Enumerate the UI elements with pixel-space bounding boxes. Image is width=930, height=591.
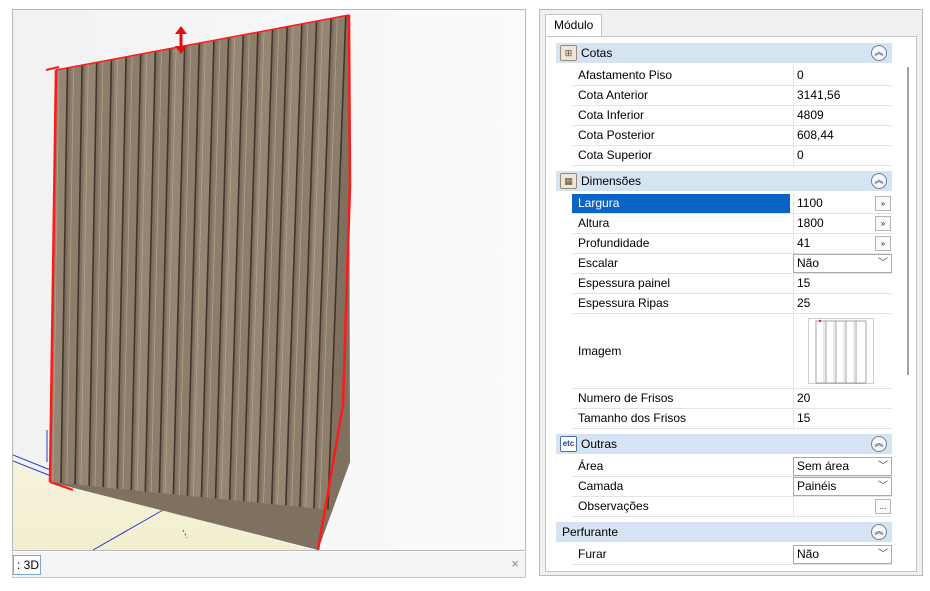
prop-label: Espessura Ripas (578, 296, 669, 310)
properties-grid: ⊞ Cotas ︽ Afastamento Piso 0 Cota Anteri… (545, 36, 917, 572)
prop-row[interactable]: Cota Posterior 608,44 (572, 126, 892, 146)
prop-row-profundidade[interactable]: Profundidade 41 » (572, 234, 892, 254)
section-cotas[interactable]: ⊞ Cotas ︽ (556, 43, 892, 63)
prop-label: Área (578, 459, 604, 473)
section-outras-title: Outras (581, 437, 618, 451)
prop-row-observacoes[interactable]: Observações ... (572, 497, 892, 517)
prop-label: Imagem (578, 344, 622, 358)
prop-value[interactable]: 4809 (793, 106, 892, 125)
prop-label: Cota Inferior (578, 108, 645, 122)
prop-row-area[interactable]: Área Sem área ﹀ (572, 457, 892, 477)
section-perfurante-title: Perfurante (562, 525, 619, 539)
prop-label: Tamanho dos Frisos (578, 411, 687, 425)
vertical-scrollbar[interactable] (905, 67, 911, 375)
prop-label: Camada (578, 479, 624, 493)
collapse-outras-icon[interactable]: ︽ (871, 436, 887, 452)
collapse-perfurante-icon[interactable]: ︽ (871, 524, 887, 540)
prop-label: Observações (578, 499, 649, 513)
ruler-icon: ⊞ (560, 45, 577, 61)
area-dropdown[interactable]: Sem área ﹀ (793, 457, 892, 476)
prop-row-largura[interactable]: Largura 1100 » (572, 194, 892, 214)
chevron-down-icon: ﹀ (878, 461, 888, 472)
dropdown-value: Sem área (797, 459, 850, 473)
section-dimensoes-title: Dimensões (581, 174, 642, 188)
chevron-down-icon: ﹀ (878, 481, 888, 492)
section-perfurante[interactable]: Perfurante ︽ (556, 522, 892, 542)
expand-button[interactable]: » (875, 236, 891, 251)
prop-label: Escalar (578, 256, 619, 270)
etc-icon: etc (560, 436, 577, 452)
tab-modulo[interactable]: Módulo (545, 14, 603, 37)
camada-dropdown[interactable]: Painéis ﹀ (793, 477, 892, 496)
prop-label: Cota Posterior (578, 128, 655, 142)
expand-button[interactable]: » (875, 216, 891, 231)
prop-label: Altura (578, 216, 610, 230)
dimensions-icon: ▦ (560, 173, 577, 189)
prop-label: Numero de Frisos (578, 391, 674, 405)
prop-value[interactable]: 15 (793, 274, 892, 293)
prop-label: Largura (572, 194, 790, 213)
properties-panel: Módulo ⊞ Cotas ︽ Afastamento Piso 0 Cota… (539, 9, 923, 576)
dropdown-value: Não (797, 547, 820, 561)
prop-row-camada[interactable]: Camada Painéis ﹀ (572, 477, 892, 497)
expand-button[interactable]: » (875, 196, 891, 211)
furar-dropdown[interactable]: Não ﹀ (793, 545, 892, 564)
prop-label: Cota Superior (578, 148, 653, 162)
prop-row[interactable]: Cota Anterior 3141,56 (572, 86, 892, 106)
prop-value[interactable]: 25 (793, 294, 892, 313)
collapse-cotas-icon[interactable]: ︽ (871, 45, 887, 61)
prop-row[interactable]: Afastamento Piso 0 (572, 66, 892, 86)
prop-value[interactable]: 608,44 (793, 126, 892, 145)
close-view-icon[interactable]: × (511, 556, 519, 572)
tab-3d-view[interactable]: : 3D (13, 555, 41, 575)
prop-row[interactable]: Cota Superior 0 (572, 146, 892, 166)
prop-row[interactable]: Tamanho dos Frisos 15 (572, 409, 892, 429)
prop-value[interactable]: 20 (793, 389, 892, 408)
ellipsis-button[interactable]: ... (875, 499, 891, 514)
scrollbar-thumb[interactable] (907, 67, 909, 375)
prop-row-furar[interactable]: Furar Não ﹀ (572, 545, 892, 565)
prop-row[interactable]: Numero de Frisos 20 (572, 389, 892, 409)
prop-image-cell (793, 314, 892, 388)
section-dimensoes[interactable]: ▦ Dimensões ︽ (556, 171, 892, 191)
panel-tab-strip: Módulo (540, 10, 922, 37)
collapse-dimensoes-icon[interactable]: ︽ (871, 173, 887, 189)
prop-row-escalar[interactable]: Escalar Não ﹀ (572, 254, 892, 274)
prop-row[interactable]: Cota Inferior 4809 (572, 106, 892, 126)
prop-label: Afastamento Piso (578, 68, 673, 82)
section-outras[interactable]: etc Outras ︽ (556, 434, 892, 454)
prop-row[interactable]: Espessura painel 15 (572, 274, 892, 294)
prop-label: Furar (578, 547, 607, 561)
prop-value[interactable]: 0 (793, 66, 892, 85)
prop-value[interactable]: 15 (793, 409, 892, 428)
panel-preview-thumbnail (808, 318, 874, 384)
escalar-dropdown[interactable]: Não ﹀ (793, 254, 892, 273)
slatted-wall-panel[interactable] (45, 14, 352, 550)
chevron-down-icon: ﹀ (878, 549, 888, 560)
3d-viewport[interactable] (12, 9, 526, 551)
section-cotas-title: Cotas (581, 46, 613, 60)
prop-value[interactable]: 0 (793, 146, 892, 165)
prop-row-altura[interactable]: Altura 1800 » (572, 214, 892, 234)
chevron-down-icon: ﹀ (878, 258, 888, 269)
prop-label: Profundidade (578, 236, 650, 250)
view-tab-bar: : 3D × (12, 552, 526, 578)
3d-scene[interactable] (13, 10, 526, 551)
prop-value[interactable]: 3141,56 (793, 86, 892, 105)
prop-row[interactable]: Espessura Ripas 25 (572, 294, 892, 314)
prop-row-imagem[interactable]: Imagem (572, 314, 892, 389)
dropdown-value: Não (797, 256, 820, 270)
prop-label: Espessura painel (578, 276, 671, 290)
prop-label: Cota Anterior (578, 88, 649, 102)
dropdown-value: Painéis (797, 479, 837, 493)
